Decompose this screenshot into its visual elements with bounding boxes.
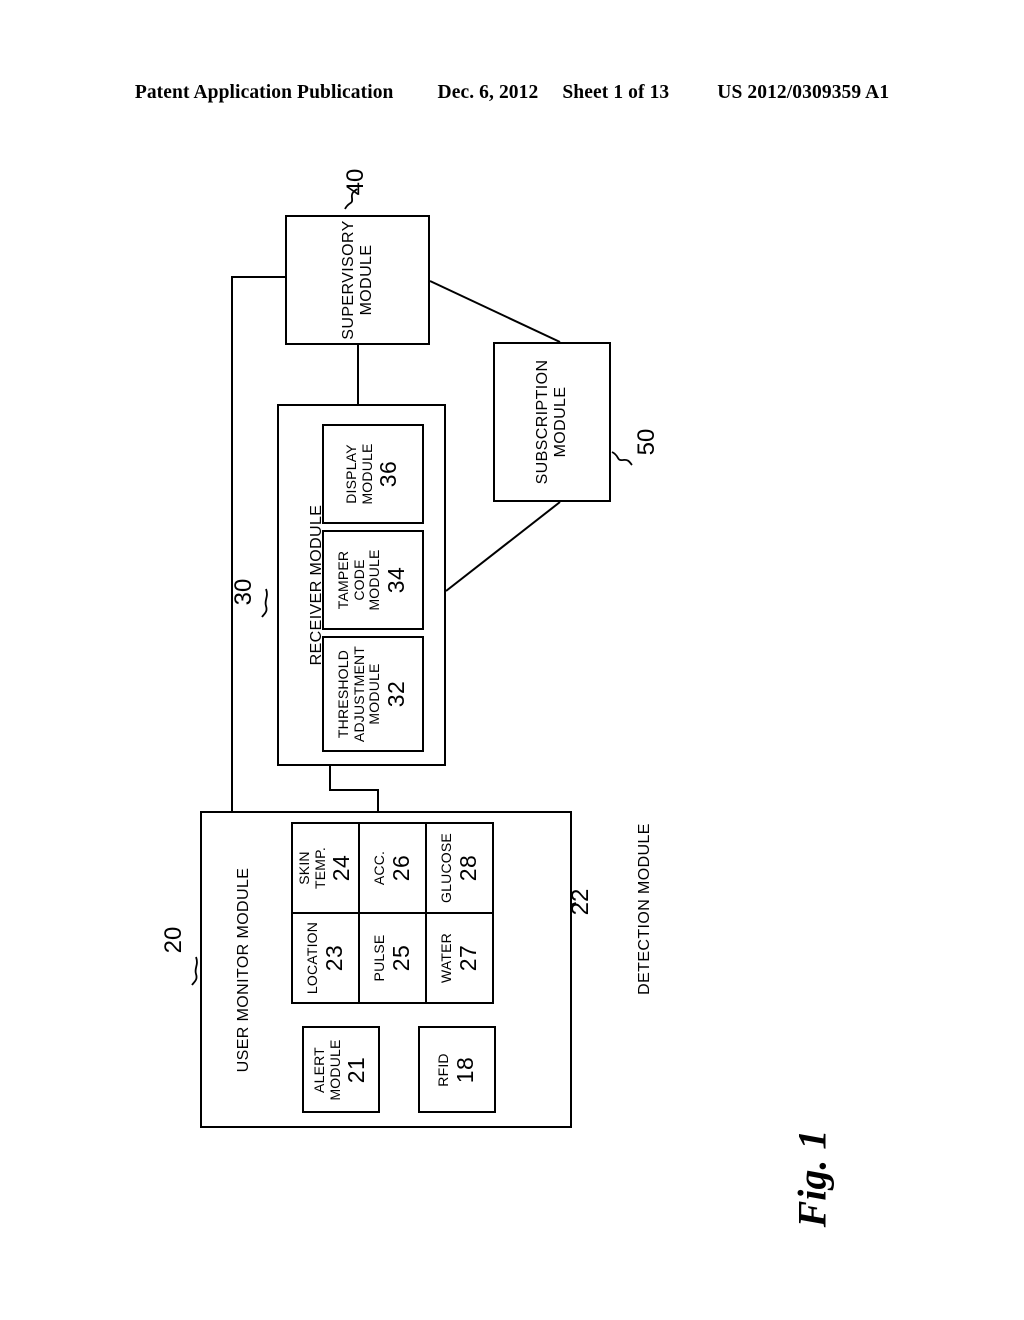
reference-numeral-22: 22 [567, 888, 594, 916]
tamper-code-module-box[interactable]: TAMPER CODE MODULE 34 [322, 530, 424, 630]
tamper-code-module-label: TAMPER CODE MODULE 34 [335, 549, 410, 611]
leader-20 [191, 956, 198, 986]
display-module-box[interactable]: DISPLAY MODULE 36 [322, 424, 424, 524]
supervisory-module-label: SUPERVISORY MODULE [339, 220, 375, 340]
water-sensor-label: WATER 27 [437, 933, 480, 983]
reference-numeral-50: 50 [633, 428, 660, 456]
line-receiver-to-user-monitor [329, 766, 379, 811]
glucose-sensor-label: GLUCOSE 28 [437, 833, 480, 903]
reference-numeral-40: 40 [342, 168, 369, 196]
figure-1-diagram: SUPERVISORY MODULE 40 SUBSCRIPTION MODUL… [0, 0, 1024, 1320]
rfid-module-label: RFID 18 [434, 1052, 478, 1087]
skin-temp-sensor-label: SKIN TEMP. 24 [295, 847, 354, 889]
threshold-adjustment-module-label: THRESHOLD ADJUSTMENT MODULE 32 [335, 645, 410, 743]
line-subscription-to-receiver [445, 501, 561, 592]
sensor-grid-column: SKIN TEMP. 24 LOCATION 23 [293, 824, 360, 1002]
location-sensor-cell[interactable]: LOCATION 23 [293, 914, 358, 1002]
rfid-module-box[interactable]: RFID 18 [418, 1026, 496, 1113]
subscription-module-label: SUBSCRIPTION MODULE [534, 359, 569, 485]
figure-caption: Fig. 1 [789, 1129, 835, 1228]
water-sensor-cell[interactable]: WATER 27 [427, 914, 492, 1002]
user-monitor-module-box[interactable]: USER MONITOR MODULE SKIN TEMP. 24 LOCATI… [200, 811, 572, 1128]
reference-numeral-30: 30 [230, 578, 257, 606]
display-module-label: DISPLAY MODULE 36 [342, 443, 402, 505]
leader-30 [261, 588, 268, 618]
location-sensor-label: LOCATION 23 [303, 921, 346, 995]
detection-module-sensor-grid: SKIN TEMP. 24 LOCATION 23 ACC. 26 PULSE … [291, 822, 494, 1004]
alert-module-label: ALERT MODULE 21 [310, 1038, 370, 1101]
sensor-grid-column: ACC. 26 PULSE 25 [360, 824, 427, 1002]
line-supervisory-to-subscription [429, 280, 561, 343]
supervisory-module-box[interactable]: SUPERVISORY MODULE [285, 215, 430, 345]
pulse-sensor-cell[interactable]: PULSE 25 [360, 914, 425, 1002]
pulse-sensor-label: PULSE 25 [370, 934, 413, 982]
acc-sensor-label: ACC. 26 [370, 850, 413, 886]
detection-module-label: DETECTION MODULE [636, 823, 653, 995]
glucose-sensor-cell[interactable]: GLUCOSE 28 [427, 824, 492, 914]
reference-numeral-20: 20 [160, 926, 187, 954]
alert-module-box[interactable]: ALERT MODULE 21 [302, 1026, 380, 1113]
receiver-module-box[interactable]: RECEIVER MODULE DISPLAY MODULE 36 TAMPER… [277, 404, 446, 766]
sensor-grid-column: GLUCOSE 28 WATER 27 [427, 824, 492, 1002]
skin-temp-sensor-cell[interactable]: SKIN TEMP. 24 [293, 824, 358, 914]
acc-sensor-cell[interactable]: ACC. 26 [360, 824, 425, 914]
leader-50 [611, 451, 633, 466]
threshold-adjustment-module-box[interactable]: THRESHOLD ADJUSTMENT MODULE 32 [322, 636, 424, 752]
user-monitor-module-label: USER MONITOR MODULE [235, 867, 253, 1072]
subscription-module-box[interactable]: SUBSCRIPTION MODULE [493, 342, 611, 502]
